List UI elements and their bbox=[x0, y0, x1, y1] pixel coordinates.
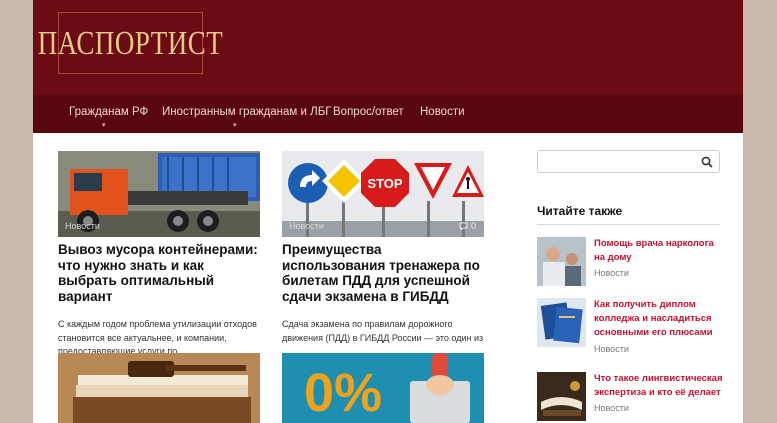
gavel-image bbox=[58, 353, 260, 423]
search-input[interactable] bbox=[544, 151, 694, 172]
related-post-thumb[interactable] bbox=[537, 237, 586, 286]
related-post-thumb[interactable] bbox=[537, 372, 586, 421]
percent-image: 0% bbox=[282, 353, 484, 423]
related-post-category[interactable]: Новости bbox=[594, 403, 629, 413]
post-image[interactable]: 0% bbox=[282, 353, 484, 423]
post-image[interactable] bbox=[58, 353, 260, 423]
site-container: ПАСПОРТИСТ Гражданам РФ ▾ Иностранным гр… bbox=[33, 0, 743, 423]
post-category[interactable]: Новости bbox=[65, 221, 100, 231]
site-logo[interactable]: ПАСПОРТИСТ bbox=[38, 12, 223, 74]
books-thumb-image bbox=[537, 372, 586, 421]
post-image[interactable]: Новости bbox=[58, 151, 260, 237]
post-category[interactable]: Новости bbox=[289, 221, 324, 231]
main-nav: Гражданам РФ ▾ Иностранным гражданам и Л… bbox=[33, 95, 743, 133]
site-header: ПАСПОРТИСТ bbox=[33, 0, 743, 95]
post-title[interactable]: Преимущества использования тренажера по … bbox=[282, 242, 484, 304]
related-post-item: Что такое лингвистическая экспертиза и к… bbox=[537, 372, 727, 423]
percent-text: 0% bbox=[304, 363, 382, 423]
search-box bbox=[537, 150, 720, 173]
related-post-title[interactable]: Как получить диплом колледжа и насладить… bbox=[594, 298, 724, 340]
comment-icon bbox=[459, 222, 468, 232]
nav-item-citizens-rf[interactable]: Гражданам РФ bbox=[69, 106, 148, 118]
post-image[interactable]: STOP Новости 0 bbox=[282, 151, 484, 237]
post-excerpt: Сдача экзамена по правилам дорожного дви… bbox=[282, 319, 484, 343]
diploma-thumb-image bbox=[537, 298, 586, 347]
post-comments[interactable]: 0 bbox=[459, 221, 476, 232]
nav-item-qa[interactable]: Вопрос/ответ bbox=[333, 106, 404, 118]
comment-count: 0 bbox=[470, 221, 476, 231]
nav-item-foreign-citizens[interactable]: Иностранным гражданам и ЛБГ bbox=[162, 106, 331, 118]
stop-sign-text: STOP bbox=[367, 176, 402, 191]
related-post-item: Как получить диплом колледжа и насладить… bbox=[537, 298, 727, 358]
doctor-thumb-image bbox=[537, 237, 586, 286]
related-post-title[interactable]: Помощь врача нарколога на дому bbox=[594, 237, 724, 265]
search-icon[interactable] bbox=[701, 156, 713, 168]
related-post-item: Помощь врача нарколога на дому Новости bbox=[537, 237, 727, 289]
related-post-category[interactable]: Новости bbox=[594, 344, 629, 354]
post-card bbox=[58, 353, 260, 423]
related-post-thumb[interactable] bbox=[537, 298, 586, 347]
post-card: Новости Вывоз мусора контейнерами: что н… bbox=[58, 151, 260, 359]
post-title[interactable]: Вывоз мусора контейнерами: что нужно зна… bbox=[58, 242, 260, 304]
chevron-down-icon: ▾ bbox=[102, 122, 106, 129]
logo-text: ПАСПОРТИСТ bbox=[37, 23, 224, 62]
widget-title: Читайте также bbox=[537, 204, 623, 218]
post-card: STOP Новости 0 Преимущества использовани… bbox=[282, 151, 484, 345]
widget-divider bbox=[537, 224, 720, 225]
related-post-category[interactable]: Новости bbox=[594, 268, 629, 278]
nav-item-news[interactable]: Новости bbox=[420, 106, 465, 118]
related-post-title[interactable]: Что такое лингвистическая экспертиза и к… bbox=[594, 372, 724, 400]
chevron-down-icon: ▾ bbox=[233, 122, 237, 129]
post-card: 0% bbox=[282, 353, 484, 423]
